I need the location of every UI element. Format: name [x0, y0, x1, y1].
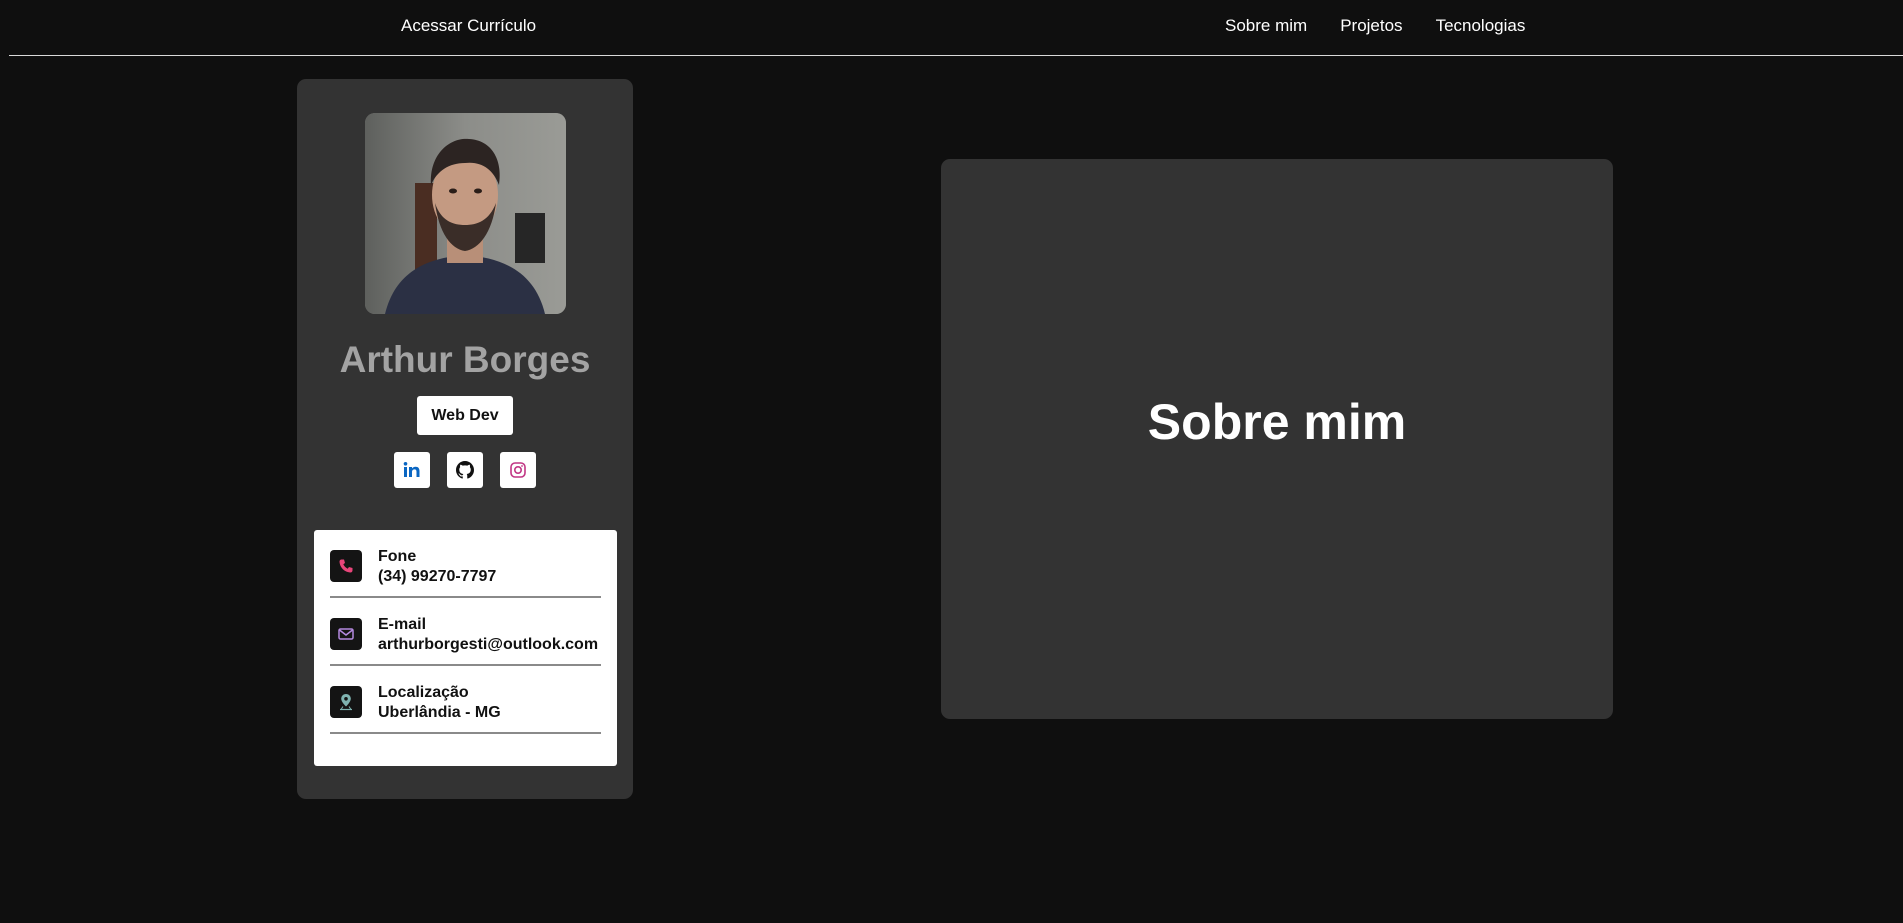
contact-value-phone[interactable]: (34) 99270-7797	[378, 567, 496, 587]
nav-link-technologies[interactable]: Tecnologias	[1436, 16, 1526, 36]
mail-icon-badge	[330, 618, 362, 650]
phone-icon	[339, 559, 353, 573]
nav-link-projects[interactable]: Projetos	[1340, 16, 1402, 36]
access-resume-link[interactable]: Acessar Currículo	[401, 16, 536, 36]
linkedin-button[interactable]	[394, 452, 430, 488]
header-divider	[9, 55, 1903, 56]
contact-text-email: E-mail arthurborgesti@outlook.com	[378, 615, 598, 655]
profile-name: Arthur Borges	[339, 339, 591, 380]
profile-photo-illustration	[365, 113, 566, 314]
main-nav: Sobre mim Projetos Tecnologias	[1225, 16, 1525, 36]
contact-info-box: Fone (34) 99270-7797 E-mail arthurborges…	[314, 530, 617, 766]
instagram-button[interactable]	[500, 452, 536, 488]
profile-card: Arthur Borges Web Dev Fone (34) 99270-77…	[297, 79, 633, 799]
github-icon	[456, 461, 474, 479]
nav-link-about[interactable]: Sobre mim	[1225, 16, 1307, 36]
about-title: Sobre mim	[1147, 394, 1407, 451]
contact-item-location: Localização Uberlândia - MG	[330, 666, 601, 734]
social-links	[394, 452, 536, 488]
contact-label-email: E-mail	[378, 616, 427, 633]
github-button[interactable]	[447, 452, 483, 488]
phone-icon-badge	[330, 550, 362, 582]
linkedin-icon	[403, 462, 420, 477]
location-icon-badge	[330, 686, 362, 718]
contact-value-email[interactable]: arthurborgesti@outlook.com	[378, 635, 598, 655]
profile-photo	[365, 113, 566, 314]
mail-icon	[338, 628, 354, 640]
instagram-icon	[510, 462, 526, 478]
contact-text-location: Localização Uberlândia - MG	[378, 683, 501, 723]
contact-label-location: Localização	[378, 684, 469, 701]
location-pin-icon	[340, 694, 352, 711]
role-badge: Web Dev	[417, 396, 513, 435]
contact-label-phone: Fone	[378, 548, 417, 565]
contact-item-phone: Fone (34) 99270-7797	[330, 530, 601, 598]
contact-value-location: Uberlândia - MG	[378, 704, 501, 721]
contact-text-phone: Fone (34) 99270-7797	[378, 547, 496, 587]
contact-item-email: E-mail arthurborgesti@outlook.com	[330, 598, 601, 666]
top-navigation-bar: Acessar Currículo Sobre mim Projetos Tec…	[0, 0, 1903, 56]
about-section: Sobre mim	[941, 159, 1613, 719]
